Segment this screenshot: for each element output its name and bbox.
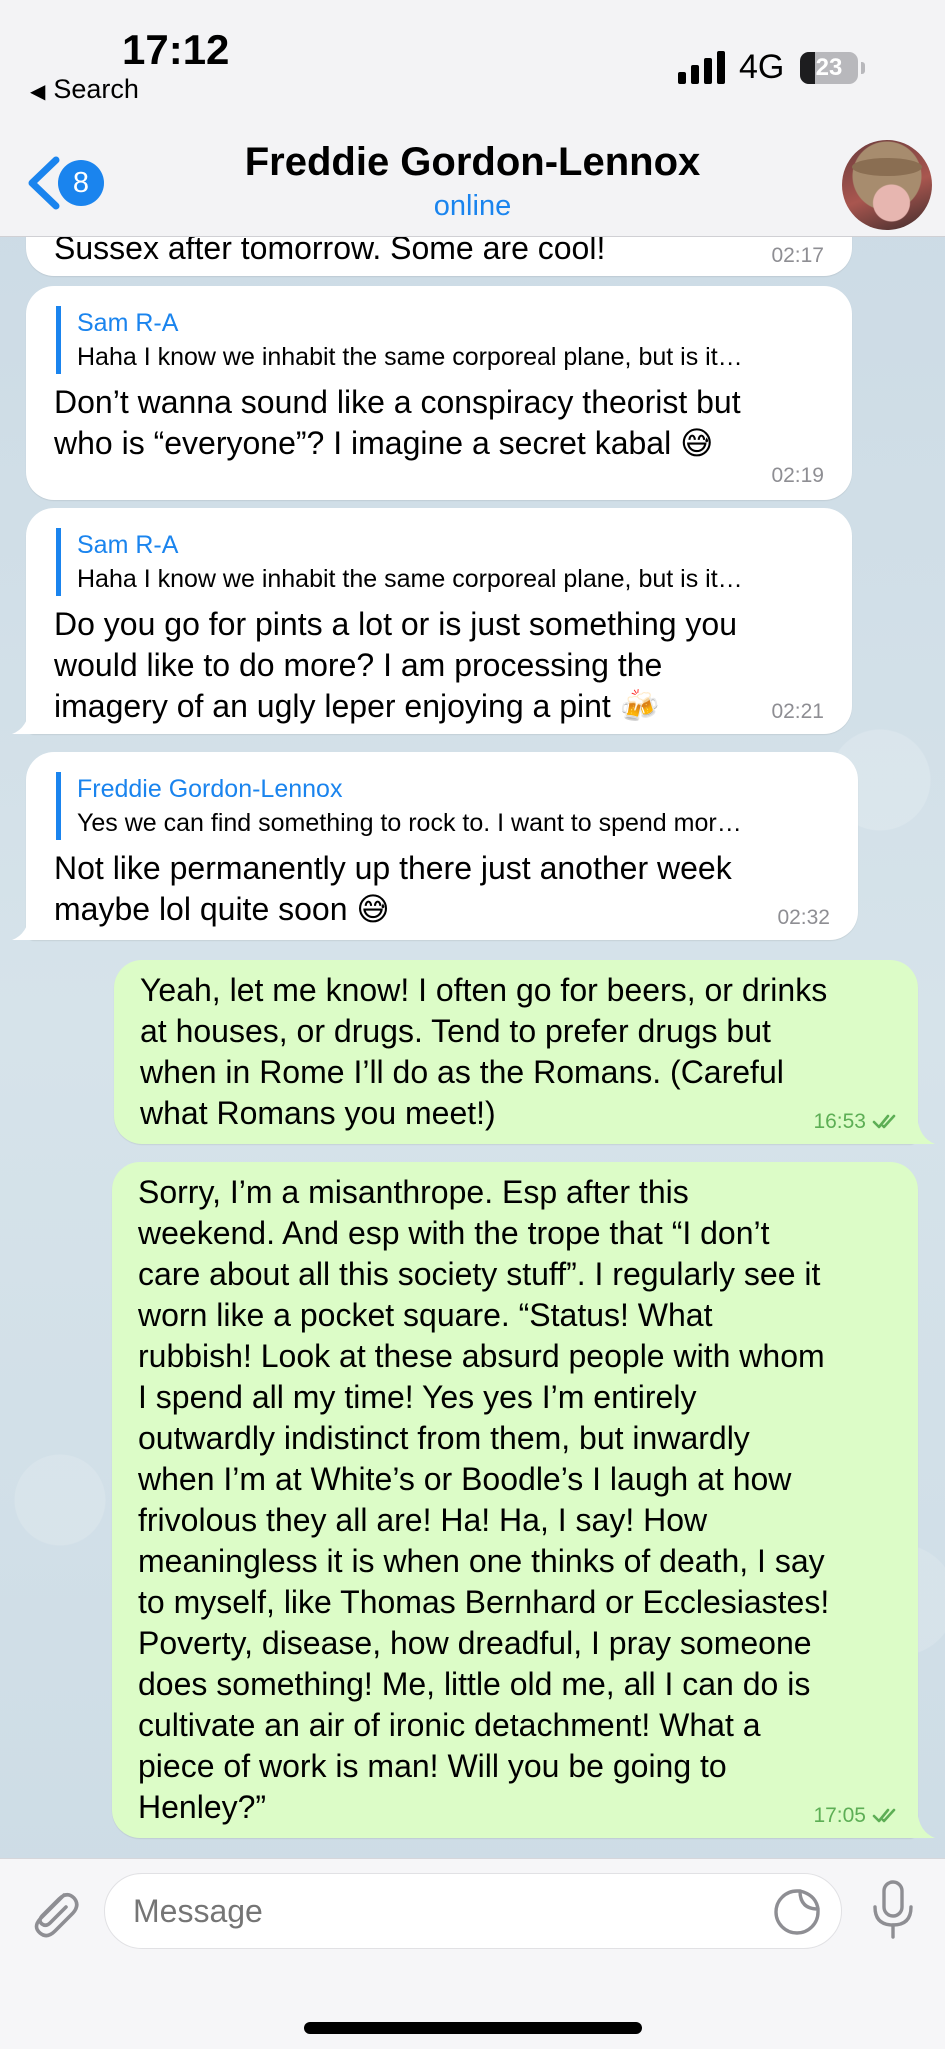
message-time: 02:17	[771, 244, 824, 267]
reply-snippet: Yes we can find something to rock to. I …	[77, 809, 742, 837]
message-bubble-incoming[interactable]: Sam R-A Haha I know we inhabit the same …	[26, 286, 852, 500]
battery-level: 23	[815, 54, 843, 81]
message-line: imagery of an ugly leper enjoying a pint…	[54, 688, 660, 724]
message-text: Do you go for pints a lot or is just som…	[54, 604, 737, 727]
message-bubble-incoming[interactable]: Sam R-A Haha I know we inhabit the same …	[26, 508, 852, 734]
message-line: I spend all my time! Yes yes I’m entirel…	[138, 1379, 697, 1415]
cellular-signal-icon	[678, 50, 726, 84]
battery-tip	[861, 62, 865, 74]
message-time: 02:21	[771, 700, 824, 723]
message-text: Not like permanently up there just anoth…	[54, 848, 732, 930]
message-bubble-incoming[interactable]: Freddie Gordon-Lennox Yes we can find so…	[26, 752, 858, 940]
reply-quote[interactable]: Sam R-A Haha I know we inhabit the same …	[56, 528, 743, 596]
reply-author: Sam R-A	[77, 531, 179, 559]
message-line: Do you go for pints a lot or is just som…	[54, 606, 738, 642]
message-line: outwardly indistinct from them, but inwa…	[138, 1420, 750, 1456]
message-line: at houses, or drugs. Tend to prefer drug…	[140, 1013, 771, 1049]
message-line: worn like a pocket square. “Status! What	[138, 1297, 713, 1333]
message-meta: 16:53	[813, 1110, 900, 1134]
message-line: when in Rome I’ll do as the Romans. (Car…	[140, 1054, 784, 1090]
message-line: weekend. And esp with the trope that “I …	[138, 1215, 770, 1251]
back-to-app-link[interactable]: ◀ Search	[30, 74, 139, 105]
message-text: Don’t wanna sound like a conspiracy theo…	[54, 382, 741, 464]
message-line: what Romans you meet!)	[140, 1095, 496, 1131]
message-line: Don’t wanna sound like a conspiracy theo…	[54, 384, 741, 420]
message-line: frivolous they all are! Ha! Ha, I say! H…	[138, 1502, 708, 1538]
message-line: rubbish! Look at these absurd people wit…	[138, 1338, 825, 1374]
message-line: Yeah, let me know! I often go for beers,…	[140, 972, 828, 1008]
message-bubble-outgoing[interactable]: Sorry, I’m a misanthrope. Esp after this…	[112, 1162, 918, 1838]
reply-snippet: Haha I know we inhabit the same corporea…	[77, 343, 743, 371]
sticker-icon[interactable]	[772, 1887, 822, 1937]
message-line: does something! Me, little old me, all I…	[138, 1666, 811, 1702]
paperclip-icon[interactable]	[24, 1881, 80, 1941]
double-check-icon	[872, 1115, 896, 1129]
message-line: Not like permanently up there just anoth…	[54, 850, 732, 886]
message-meta: 17:05	[813, 1804, 900, 1828]
message-text: Sorry, I’m a misanthrope. Esp after this…	[138, 1172, 829, 1828]
message-line: Henley?”	[138, 1789, 267, 1825]
double-check-icon	[872, 1809, 896, 1823]
battery-icon: 23	[800, 52, 858, 84]
network-type: 4G	[739, 48, 785, 86]
message-line: meaningless it is when one thinks of dea…	[138, 1543, 825, 1579]
bubble-tail	[905, 1116, 935, 1144]
top-bar: 17:12 ◀ Search 4G 23 8 Freddie Gordon-Len…	[0, 0, 945, 237]
bubble-tail	[905, 1810, 935, 1838]
composer-bar	[0, 1858, 945, 2049]
chat-title[interactable]: Freddie Gordon-Lennox	[0, 140, 945, 185]
reply-snippet: Haha I know we inhabit the same corporea…	[77, 565, 743, 593]
message-line: maybe lol quite soon 😅	[54, 891, 390, 927]
avatar[interactable]	[842, 140, 932, 230]
status-time: 17:12	[122, 26, 230, 73]
message-line: who is “everyone”? I imagine a secret ka…	[54, 425, 714, 461]
message-text: Yeah, let me know! I often go for beers,…	[140, 970, 827, 1134]
reply-author: Sam R-A	[77, 309, 179, 337]
back-app-label: Search	[53, 74, 139, 104]
reply-quote[interactable]: Freddie Gordon-Lennox Yes we can find so…	[56, 772, 742, 840]
message-time: 17:05	[813, 1804, 866, 1827]
microphone-icon[interactable]	[870, 1879, 916, 1941]
message-line: Poverty, disease, how dreadful, I pray s…	[138, 1625, 812, 1661]
message-time: 02:19	[771, 464, 824, 487]
message-line: when I’m at White’s or Boodle’s I laugh …	[138, 1461, 792, 1497]
message-line: would like to do more? I am processing t…	[54, 647, 663, 683]
message-time: 16:53	[813, 1110, 866, 1133]
chat-status: online	[433, 190, 512, 222]
bubble-tail	[12, 912, 42, 940]
message-line: cultivate an air of ironic detachment! W…	[138, 1707, 761, 1743]
reply-author: Freddie Gordon-Lennox	[77, 775, 343, 803]
message-time: 02:32	[777, 906, 830, 929]
message-line: Sorry, I’m a misanthrope. Esp after this	[138, 1174, 689, 1210]
message-line: to myself, like Thomas Bernhard or Eccle…	[138, 1584, 830, 1620]
back-triangle-icon: ◀	[30, 81, 46, 103]
reply-quote[interactable]: Sam R-A Haha I know we inhabit the same …	[56, 306, 743, 374]
message-line: piece of work is man! Will you be going …	[138, 1748, 727, 1784]
home-indicator	[304, 2022, 642, 2034]
message-line: care about all this society stuff”. I re…	[138, 1256, 821, 1292]
message-input[interactable]	[104, 1873, 842, 1949]
message-bubble-outgoing[interactable]: Yeah, let me know! I often go for beers,…	[114, 960, 918, 1144]
bubble-tail	[12, 706, 42, 734]
